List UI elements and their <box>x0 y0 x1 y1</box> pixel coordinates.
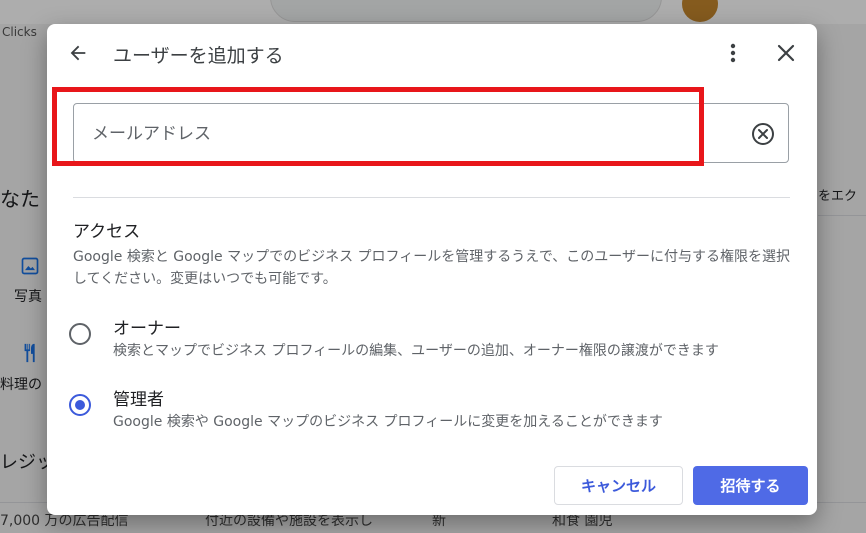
email-field <box>73 103 789 163</box>
email-input[interactable] <box>90 114 694 154</box>
close-icon <box>776 43 796 67</box>
manager-description: Google 検索や Google マップのビジネス プロフィールに変更を加える… <box>113 414 663 430</box>
access-description: Google 検索と Google マップでのビジネス プロフィールを管理するう… <box>73 249 790 287</box>
more-options-button[interactable] <box>723 42 743 68</box>
clear-input-button[interactable] <box>750 121 776 147</box>
section-divider <box>73 197 790 198</box>
close-button[interactable] <box>773 42 799 68</box>
back-button[interactable] <box>65 42 91 68</box>
more-vert-icon <box>730 43 736 67</box>
cancel-circle-icon <box>750 123 776 151</box>
dialog-title: ユーザーを追加する <box>113 45 284 67</box>
cancel-button[interactable]: キャンセル <box>554 466 683 505</box>
manager-radio[interactable] <box>69 394 91 416</box>
owner-label: オーナー <box>113 319 181 339</box>
arrow-back-icon <box>67 42 89 68</box>
access-heading: アクセス <box>73 222 141 242</box>
manager-label: 管理者 <box>113 390 164 410</box>
invite-button[interactable]: 招待する <box>693 466 808 505</box>
add-user-dialog: ユーザーを追加する アクセス Google 検索と Google マップでのビジ… <box>47 24 817 515</box>
owner-description: 検索とマップでビジネス プロフィールの編集、ユーザーの追加、オーナー権限の譲渡が… <box>113 343 719 359</box>
owner-radio[interactable] <box>69 323 91 345</box>
